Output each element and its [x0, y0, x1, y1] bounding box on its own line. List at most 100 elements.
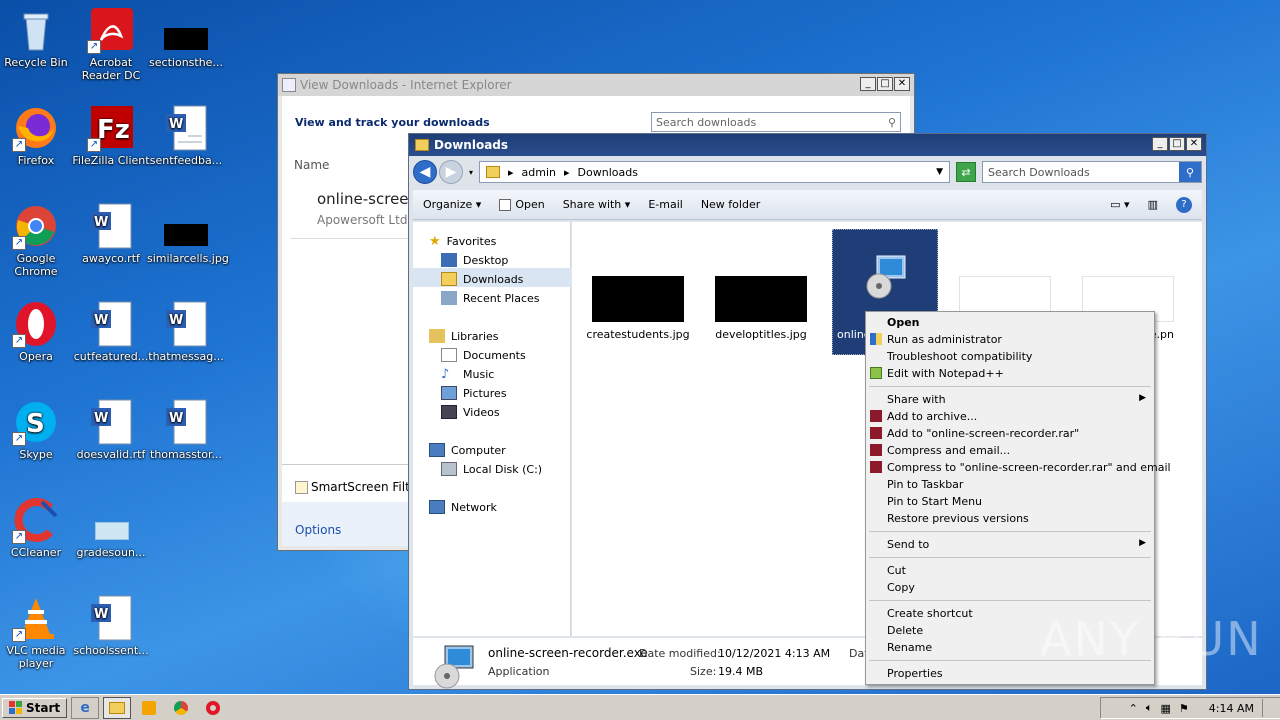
- nav-network[interactable]: Network: [429, 500, 497, 514]
- menu-item-pin-taskbar[interactable]: Pin to Taskbar: [887, 478, 963, 491]
- open-button[interactable]: Open: [499, 198, 545, 211]
- menu-item-rename[interactable]: Rename: [887, 641, 932, 654]
- nav-libraries[interactable]: Libraries: [429, 329, 499, 343]
- minimize-icon[interactable]: _: [1152, 137, 1168, 151]
- ie-title-bar[interactable]: View Downloads - Internet Explorer: [278, 74, 914, 96]
- nav-videos[interactable]: Videos: [441, 405, 500, 419]
- nav-recent-places[interactable]: Recent Places: [441, 291, 540, 305]
- menu-item-add-to-rar[interactable]: Add to "online-screen-recorder.rar": [887, 427, 1079, 440]
- taskbar-chrome-button[interactable]: [167, 697, 195, 719]
- menu-item-properties[interactable]: Properties: [887, 667, 943, 680]
- desktop-icon-thatmessag[interactable]: W thatmessag...: [147, 300, 225, 363]
- menu-item-compress-email[interactable]: Compress and email...: [887, 444, 1010, 457]
- menu-item-delete[interactable]: Delete: [887, 624, 923, 637]
- menu-item-copy[interactable]: Copy: [887, 581, 915, 594]
- ie-download-item-publisher: Apowersoft Ltd: [317, 213, 408, 227]
- desktop-icon-gradesoun[interactable]: gradesoun...: [72, 496, 150, 559]
- desktop-icon-thomasstor[interactable]: W thomasstor...: [147, 398, 225, 461]
- menu-item-add-to-archive[interactable]: Add to archive...: [887, 410, 977, 423]
- smartscreen-link[interactable]: SmartScreen Filte: [295, 480, 417, 494]
- desktop-icon-ccleaner[interactable]: ↗ CCleaner: [0, 496, 75, 559]
- view-options-icon[interactable]: ▭ ▾: [1110, 198, 1129, 211]
- menu-item-cut[interactable]: Cut: [887, 564, 906, 577]
- minimize-icon[interactable]: _: [860, 77, 876, 91]
- breadcrumb-downloads[interactable]: Downloads: [578, 166, 638, 179]
- help-icon[interactable]: ?: [1176, 196, 1192, 213]
- ie-download-item-name[interactable]: online-screen: [317, 190, 418, 208]
- action-center-flag-icon[interactable]: ⚑: [1179, 702, 1189, 715]
- taskbar-media-player-button[interactable]: [135, 697, 163, 719]
- explorer-search-input[interactable]: Search Downloads ⚲: [982, 161, 1202, 183]
- nav-music[interactable]: ♪ Music: [441, 367, 494, 382]
- email-button[interactable]: E-mail: [648, 198, 683, 211]
- explorer-title-bar[interactable]: Downloads: [409, 134, 1206, 156]
- desktop-icon-similarcells[interactable]: similarcells.jpg: [147, 202, 229, 265]
- options-link[interactable]: Options: [295, 523, 341, 537]
- forward-button[interactable]: ▶: [439, 160, 463, 184]
- start-button[interactable]: Start: [2, 697, 68, 718]
- winrar-icon: [870, 461, 882, 473]
- desktop-icon-schoolssent[interactable]: W schoolssent...: [72, 594, 150, 657]
- address-bar[interactable]: ▸ admin ▸ Downloads ▼: [479, 161, 950, 183]
- menu-item-edit-notepadpp[interactable]: Edit with Notepad++: [887, 367, 1004, 380]
- desktop-icon-opera[interactable]: ↗ Opera: [0, 300, 75, 363]
- desktop-icon-recycle-bin[interactable]: Recycle Bin: [0, 6, 75, 69]
- share-with-button[interactable]: Share with ▾: [563, 198, 631, 211]
- chevron-down-icon[interactable]: ▾: [469, 168, 473, 177]
- nav-documents[interactable]: Documents: [441, 348, 526, 362]
- menu-item-open[interactable]: Open: [887, 316, 920, 329]
- maximize-icon[interactable]: □: [877, 77, 893, 91]
- music-icon: ♪: [441, 367, 450, 382]
- organize-button[interactable]: Organize ▾: [423, 198, 481, 211]
- close-icon[interactable]: ✕: [1186, 137, 1202, 151]
- desktop-icon-vlc[interactable]: ↗ VLC media player: [0, 594, 75, 670]
- explorer-window-controls: _ □ ✕: [1152, 137, 1202, 151]
- taskbar-opera-button[interactable]: [199, 697, 227, 719]
- show-desktop-button[interactable]: [1262, 699, 1274, 717]
- menu-item-share-with[interactable]: Share with: [887, 393, 946, 406]
- network-icon[interactable]: ▦: [1161, 702, 1171, 715]
- menu-item-troubleshoot[interactable]: Troubleshoot compatibility: [887, 350, 1032, 363]
- menu-item-compress-rar-email[interactable]: Compress to "online-screen-recorder.rar"…: [887, 461, 1171, 474]
- desktop-icon-filezilla[interactable]: Fz ↗ FileZilla Client: [72, 104, 150, 167]
- menu-item-send-to[interactable]: Send to: [887, 538, 929, 551]
- ie-search-input[interactable]: Search downloads ⚲: [651, 112, 901, 132]
- desktop-icon-firefox[interactable]: ↗ Firefox: [0, 104, 75, 167]
- close-icon[interactable]: ✕: [894, 77, 910, 91]
- taskbar-ie-button[interactable]: e: [71, 696, 100, 719]
- preview-pane-icon[interactable]: ▥: [1148, 198, 1158, 211]
- taskbar-explorer-button[interactable]: [103, 696, 132, 719]
- menu-item-restore-versions[interactable]: Restore previous versions: [887, 512, 1029, 525]
- desktop-icon-chrome[interactable]: ↗ Google Chrome: [0, 202, 75, 278]
- nav-desktop[interactable]: Desktop: [441, 253, 508, 267]
- desktop-icon-sectionsthe[interactable]: sectionsthe...: [147, 6, 225, 69]
- search-icon[interactable]: ⚲: [1179, 162, 1201, 182]
- desktop-icon-skype[interactable]: S ↗ Skype: [0, 398, 75, 461]
- menu-item-run-as-admin[interactable]: Run as administrator: [887, 333, 1002, 346]
- volume-icon[interactable]: 🔈︎: [1146, 701, 1153, 715]
- search-icon[interactable]: ⚲: [888, 116, 896, 129]
- desktop-icon-awayco[interactable]: W awayco.rtf: [72, 202, 150, 265]
- new-folder-button[interactable]: New folder: [701, 198, 760, 211]
- desktop-icon-cutfeatured[interactable]: W cutfeatured...: [72, 300, 150, 363]
- breadcrumb-admin[interactable]: admin: [522, 166, 556, 179]
- nav-downloads[interactable]: Downloads: [441, 272, 523, 286]
- maximize-icon[interactable]: □: [1169, 137, 1185, 151]
- desktop-icon-sentfeedba[interactable]: W sentfeedba...: [147, 104, 225, 167]
- desktop-icon-acrobat[interactable]: ↗ Acrobat Reader DC: [72, 6, 150, 82]
- file-item[interactable]: createstudents.jpg: [584, 276, 692, 341]
- ie-col-name[interactable]: Name: [294, 158, 329, 172]
- desktop-icon-doesvalid[interactable]: W doesvalid.rtf: [72, 398, 150, 461]
- nav-local-disk[interactable]: Local Disk (C:): [441, 462, 542, 476]
- show-hidden-icons-icon[interactable]: ⌃: [1129, 702, 1138, 715]
- refresh-button[interactable]: ⇄: [956, 162, 976, 182]
- file-item[interactable]: developtitles.jpg: [707, 276, 815, 341]
- menu-item-pin-start[interactable]: Pin to Start Menu: [887, 495, 982, 508]
- nav-favorites[interactable]: ★ Favorites: [429, 234, 496, 249]
- nav-pictures[interactable]: Pictures: [441, 386, 507, 400]
- menu-item-create-shortcut[interactable]: Create shortcut: [887, 607, 973, 620]
- clock[interactable]: 4:14 AM: [1209, 702, 1254, 715]
- nav-computer[interactable]: Computer: [429, 443, 506, 457]
- chevron-down-icon[interactable]: ▼: [936, 167, 943, 177]
- back-button[interactable]: ◀: [413, 160, 437, 184]
